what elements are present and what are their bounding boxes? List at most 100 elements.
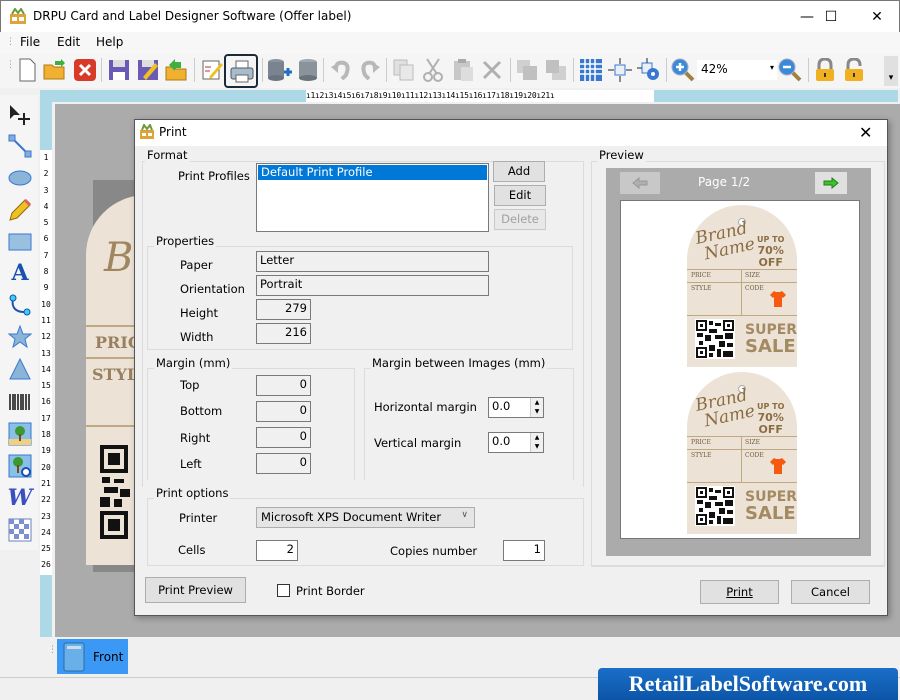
menu-help[interactable]: Help <box>96 35 123 49</box>
menu-edit[interactable]: Edit <box>57 35 80 49</box>
close-file-button[interactable] <box>72 57 98 83</box>
horizontal-margin-spinner[interactable]: 0.0 ▲ ▼ <box>488 397 544 418</box>
copies-field[interactable]: 1 <box>503 540 545 561</box>
edit-profile-button[interactable]: Edit <box>494 185 546 206</box>
next-page-button[interactable] <box>815 172 847 194</box>
edit-icon <box>202 60 223 80</box>
pencil-tool[interactable] <box>7 197 33 223</box>
qr-code <box>695 486 735 526</box>
close-button[interactable]: ✕ <box>854 1 900 32</box>
toolbar-overflow-button[interactable]: ▾ <box>884 56 898 86</box>
print-button-dialog[interactable]: Print <box>700 580 779 604</box>
margin-bottom-field[interactable]: 0 <box>256 401 311 422</box>
database-button[interactable] <box>295 57 321 83</box>
image-library-tool[interactable] <box>7 453 33 479</box>
zoom-in-button[interactable] <box>670 57 696 83</box>
menu-bar <box>0 32 900 54</box>
print-preview-button[interactable]: Print Preview <box>145 577 246 603</box>
ruler-mark: 14 <box>41 364 51 374</box>
maximize-button[interactable]: ☐ <box>808 1 854 32</box>
print-profiles-list[interactable]: Default Print Profile <box>256 163 489 232</box>
watermark-tool[interactable] <box>7 517 33 543</box>
curve-icon <box>9 294 31 316</box>
cells-label: Cells <box>178 543 206 557</box>
unlock-button[interactable] <box>841 57 867 83</box>
database-icon <box>299 59 317 81</box>
delete-button[interactable] <box>479 57 505 83</box>
cut-button[interactable] <box>420 57 446 83</box>
paste-button[interactable] <box>450 57 476 83</box>
printer-select[interactable]: Microsoft XPS Document Writer ∨ <box>256 507 475 528</box>
tab-front[interactable]: Front <box>57 639 128 674</box>
redo-button[interactable] <box>357 57 383 83</box>
curve-tool[interactable] <box>7 292 33 318</box>
database-add-button[interactable] <box>266 57 292 83</box>
ruler-mark: 11 <box>41 315 51 325</box>
lock-button[interactable] <box>812 57 838 83</box>
menu-file[interactable]: File <box>20 35 40 49</box>
print-button[interactable] <box>224 54 258 88</box>
new-button[interactable] <box>14 57 40 83</box>
image-tool[interactable] <box>7 421 33 447</box>
undo-button[interactable] <box>328 57 354 83</box>
tag-divider <box>687 436 797 437</box>
triangle-icon <box>9 357 31 380</box>
vertical-margin-spinner[interactable]: 0.0 ▲ ▼ <box>488 432 544 453</box>
copy-button[interactable] <box>391 57 417 83</box>
tag-divider <box>687 449 797 450</box>
wordart-tool[interactable]: W <box>7 485 33 511</box>
paste-icon <box>454 59 473 81</box>
margin-left-field[interactable]: 0 <box>256 453 311 474</box>
margin-bottom-label: Bottom <box>180 404 223 418</box>
star-tool[interactable] <box>7 324 33 350</box>
bring-front-button[interactable] <box>514 57 540 83</box>
tag-divider <box>687 315 797 316</box>
fit-button[interactable] <box>607 57 633 83</box>
triangle-tool[interactable] <box>7 356 33 382</box>
printer-label: Printer <box>179 511 218 525</box>
export-icon <box>165 59 187 81</box>
open-button[interactable] <box>42 57 68 83</box>
export-button[interactable] <box>164 57 190 83</box>
text-tool[interactable]: A <box>7 260 33 286</box>
margin-right-field[interactable]: 0 <box>256 427 311 448</box>
prev-page-button[interactable] <box>620 172 660 194</box>
vertical-margin-value: 0.0 <box>492 434 511 448</box>
dialog-close-button[interactable]: ✕ <box>859 123 872 142</box>
save-as-button[interactable] <box>135 57 161 83</box>
grid-button[interactable] <box>578 57 604 83</box>
add-profile-button[interactable]: Add <box>493 161 545 182</box>
barcode-tool[interactable] <box>7 389 33 415</box>
cancel-button[interactable]: Cancel <box>791 580 870 604</box>
title-bar: DRPU Card and Label Designer Software (O… <box>0 0 900 32</box>
profile-item-default[interactable]: Default Print Profile <box>258 165 487 180</box>
select-tool[interactable] <box>7 102 33 128</box>
ellipse-tool[interactable] <box>7 165 33 191</box>
pencil-icon <box>9 198 32 221</box>
cells-field[interactable]: 2 <box>256 540 298 561</box>
ruler-mark: 10 <box>41 299 51 309</box>
zoom-out-icon <box>778 58 802 82</box>
ruler-mark: 22 <box>41 495 51 505</box>
rectangle-tool[interactable] <box>7 229 33 255</box>
print-border-checkbox[interactable] <box>277 584 290 597</box>
tag-brand-text: Brand Name <box>693 385 757 432</box>
zoom-in-icon <box>671 58 695 82</box>
paper-label: Paper <box>180 258 213 272</box>
edit-button[interactable] <box>199 57 225 83</box>
save-button[interactable] <box>106 57 132 83</box>
tag-size-text: SIZE <box>745 272 761 279</box>
send-back-button[interactable] <box>543 57 569 83</box>
ruler-mark: 26 <box>41 560 51 570</box>
close-file-icon <box>74 59 96 81</box>
fit-settings-button[interactable] <box>636 57 662 83</box>
spinner-arrows-icon[interactable]: ▲ ▼ <box>530 433 543 452</box>
delete-profile-button[interactable]: Delete <box>494 209 546 230</box>
zoom-select[interactable]: 42% ▾ <box>697 60 777 80</box>
copy-icon <box>393 59 414 81</box>
spinner-arrows-icon[interactable]: ▲ ▼ <box>530 398 543 417</box>
line-tool[interactable] <box>7 133 33 159</box>
print-icon <box>230 60 254 83</box>
zoom-out-button[interactable] <box>777 57 803 83</box>
margin-top-field[interactable]: 0 <box>256 375 311 396</box>
